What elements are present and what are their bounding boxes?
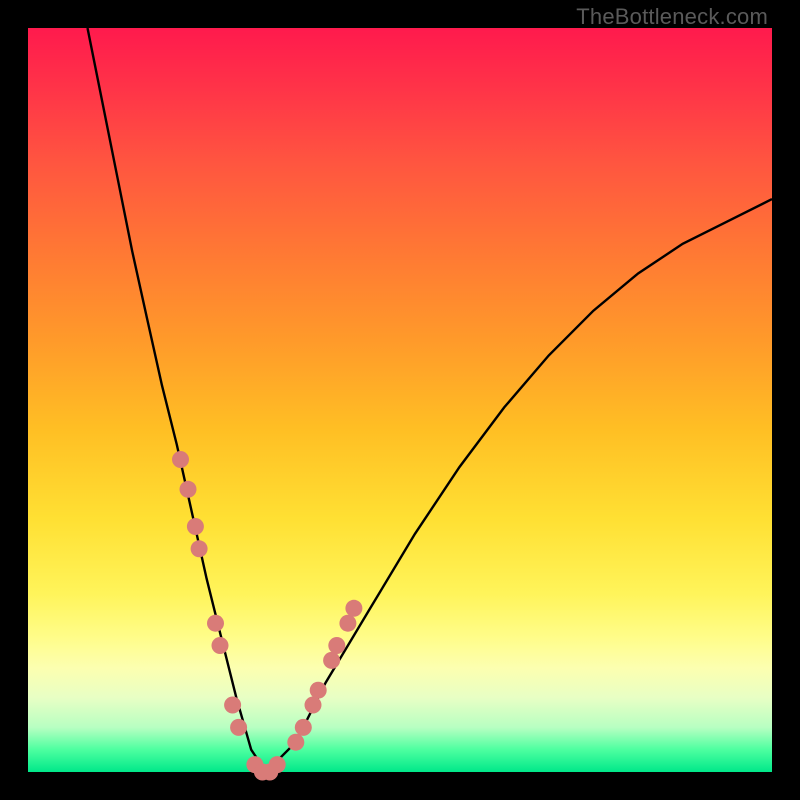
highlight-dot <box>339 615 356 632</box>
highlight-dot <box>269 756 286 773</box>
highlight-dot <box>295 719 312 736</box>
bottleneck-curve <box>88 28 773 772</box>
highlight-dot <box>323 652 340 669</box>
highlight-dot <box>172 451 189 468</box>
highlight-dot <box>191 540 208 557</box>
highlight-dot <box>310 682 327 699</box>
watermark-text: TheBottleneck.com <box>576 4 768 30</box>
curve-group <box>88 28 773 772</box>
plot-area <box>28 28 772 772</box>
highlight-dot <box>224 697 241 714</box>
highlight-dot <box>187 518 204 535</box>
chart-frame: TheBottleneck.com <box>0 0 800 800</box>
highlight-dot <box>305 697 322 714</box>
markers-group <box>172 451 362 781</box>
highlight-dot <box>212 637 229 654</box>
highlight-dot <box>345 600 362 617</box>
highlight-dot <box>287 734 304 751</box>
chart-svg <box>28 28 772 772</box>
highlight-dot <box>207 615 224 632</box>
highlight-dot <box>328 637 345 654</box>
highlight-dot <box>230 719 247 736</box>
highlight-dot <box>180 481 197 498</box>
